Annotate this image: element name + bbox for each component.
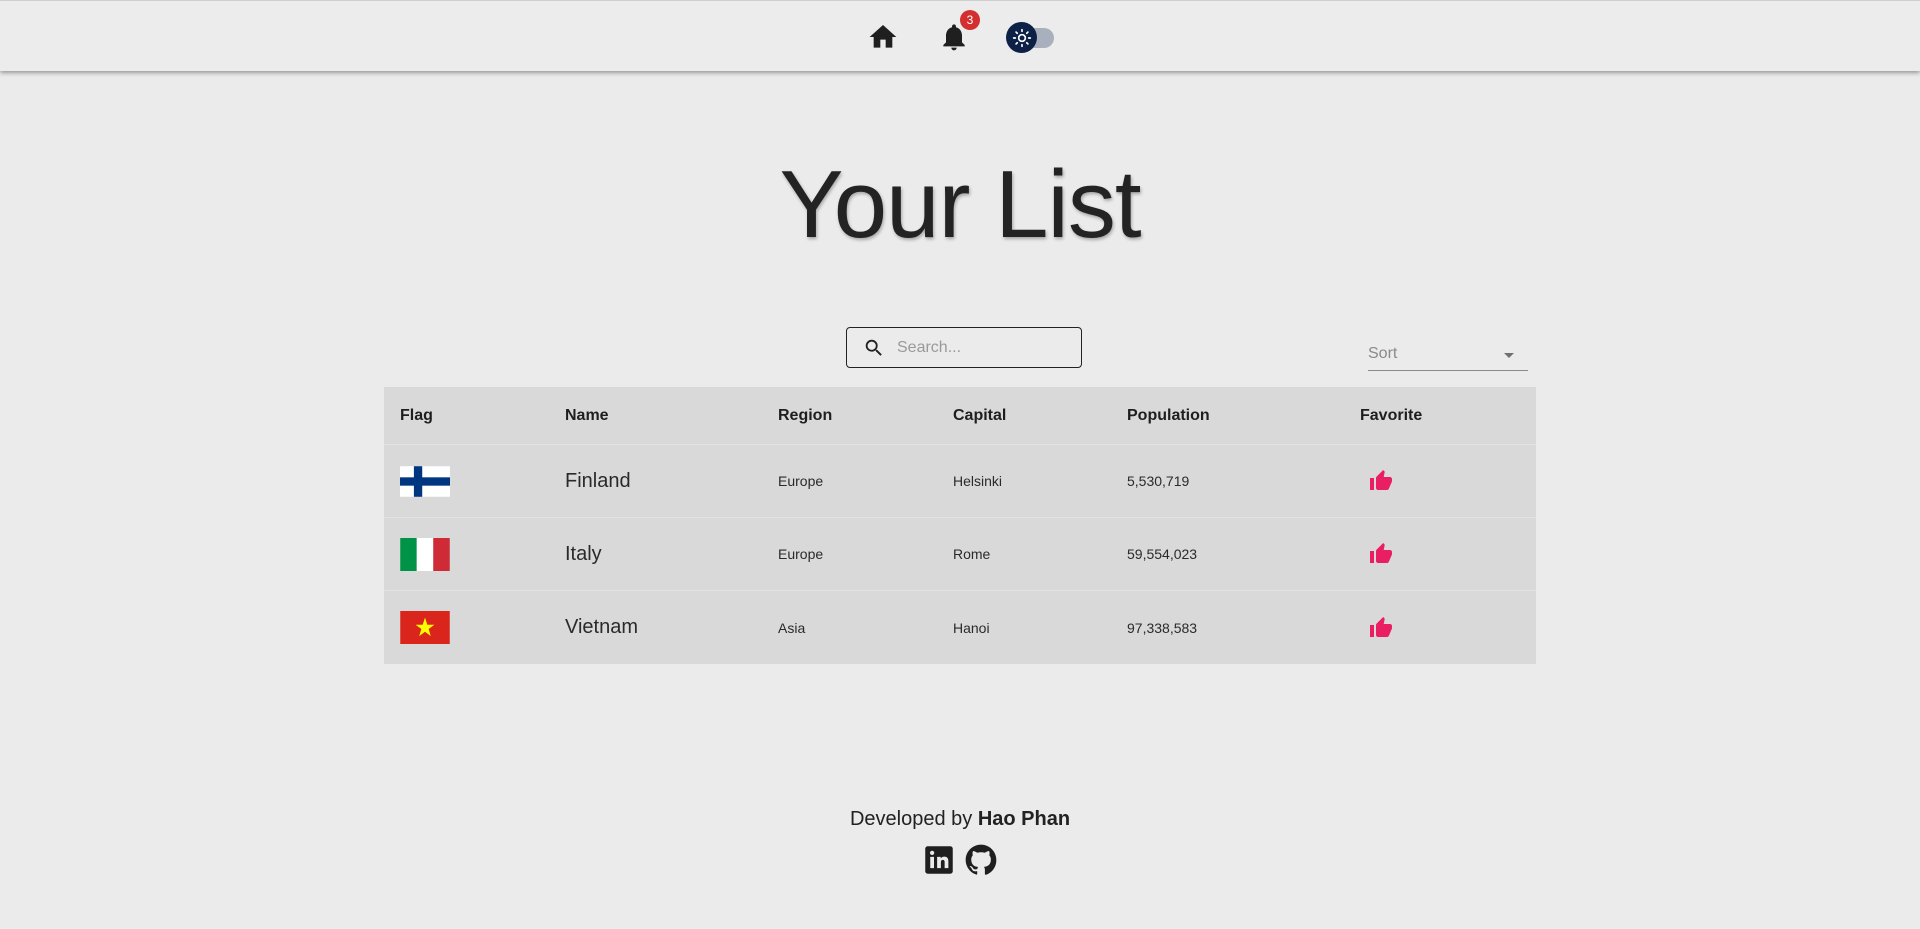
- country-region: Europe: [778, 546, 824, 562]
- country-population: 5,530,719: [1127, 473, 1190, 489]
- table-row[interactable]: Italy Europe Rome 59,554,023: [384, 518, 1536, 591]
- country-population: 97,338,583: [1127, 619, 1198, 636]
- finland-flag-icon: [400, 465, 450, 497]
- country-name[interactable]: Vietnam: [565, 591, 638, 664]
- home-button[interactable]: [866, 20, 900, 54]
- app-bar: 3: [0, 0, 1920, 71]
- country-capital: Rome: [953, 546, 991, 562]
- country-name[interactable]: Finland: [565, 445, 631, 517]
- country-region: Europe: [778, 473, 824, 489]
- header-capital: Capital: [953, 406, 1007, 424]
- toggle-thumb[interactable]: [1006, 22, 1037, 53]
- linkedin-link[interactable]: [922, 843, 956, 877]
- table-row[interactable]: Finland Europe Helsinki 5,530,719: [384, 445, 1536, 518]
- footer-credit: Developed by Hao Phan: [0, 808, 1920, 831]
- country-population: 59,554,023: [1127, 546, 1198, 562]
- country-capital: Helsinki: [953, 473, 1003, 489]
- page-title: Your List: [779, 151, 1141, 258]
- header-favorite: Favorite: [1360, 406, 1423, 424]
- header-flag: Flag: [400, 406, 433, 424]
- footer-author: Hao Phan: [977, 808, 1071, 830]
- search-field[interactable]: [846, 327, 1082, 368]
- country-region: Asia: [778, 619, 806, 636]
- sun-icon: [1012, 28, 1031, 47]
- search-input[interactable]: [897, 338, 1067, 357]
- italy-flag-icon: [400, 537, 450, 571]
- theme-toggle[interactable]: [1006, 20, 1056, 54]
- github-icon: [965, 844, 997, 875]
- thumb-up-icon: [1370, 543, 1392, 563]
- vietnam-flag-icon: [400, 611, 450, 644]
- table-row[interactable]: Vietnam Asia Hanoi 97,338,583: [384, 591, 1536, 664]
- favorite-button[interactable]: [1368, 615, 1394, 641]
- country-capital: Hanoi: [953, 619, 990, 636]
- country-name[interactable]: Italy: [565, 518, 602, 590]
- notifications-button[interactable]: 3: [937, 10, 980, 54]
- thumb-up-icon: [1370, 470, 1392, 490]
- sort-label: Sort: [1368, 345, 1398, 362]
- search-icon: [865, 339, 882, 356]
- favorite-button[interactable]: [1368, 541, 1394, 567]
- chevron-down-icon: [1504, 353, 1514, 358]
- home-icon: [869, 25, 897, 48]
- table-header-row: Flag Name Region Capital Population Favo…: [384, 387, 1536, 445]
- github-link[interactable]: [964, 843, 998, 877]
- notification-count-badge: 3: [960, 10, 980, 30]
- thumb-up-icon: [1370, 616, 1392, 637]
- linkedin-icon: [925, 846, 953, 874]
- favorite-button[interactable]: [1368, 468, 1394, 494]
- countries-table: Flag Name Region Capital Population Favo…: [384, 387, 1536, 664]
- header-name: Name: [565, 406, 609, 424]
- header-population: Population: [1127, 406, 1210, 424]
- sort-select[interactable]: Sort: [1368, 341, 1528, 371]
- footer-developed-by: Developed by: [849, 808, 973, 830]
- header-region: Region: [778, 406, 833, 424]
